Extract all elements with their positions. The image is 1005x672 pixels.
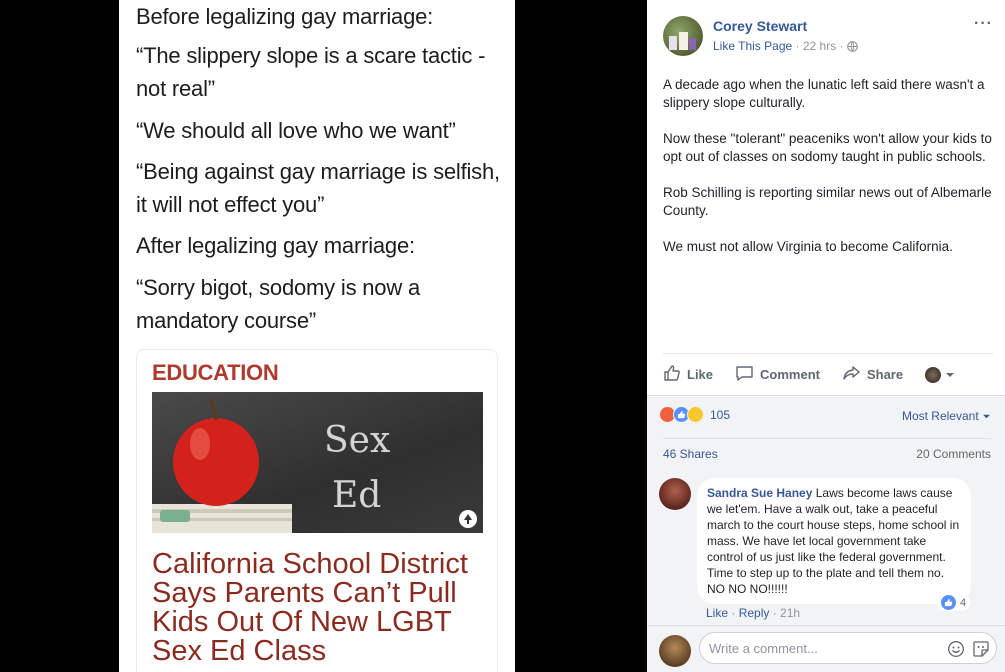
share-icon [842,364,867,385]
share-comment-counts: 46 Shares 20 Comments [663,438,991,461]
emoji-icon[interactable] [947,640,965,663]
comment-composer [647,625,1005,672]
comment-like-badge[interactable]: 4 [937,594,971,611]
share-button[interactable]: Share [842,364,903,385]
post-author-name[interactable]: Corey Stewart [713,18,807,34]
comment-button[interactable]: Comment [735,364,820,385]
like-reaction-icon [941,595,956,610]
action-separator: · [728,606,739,620]
comment-sort-label: Most Relevant [901,409,979,423]
like-button-label: Like [687,367,714,382]
meme-quote-3b: it will not effect you” [136,192,325,217]
comment-reply-link[interactable]: Reply [739,606,770,620]
meme-line-after: After legalizing gay marriage: [136,233,415,258]
facebook-post-panel: Corey Stewart Like This Page · 22 hrs · … [647,0,1005,672]
post-meta: Like This Page · 22 hrs · [713,39,858,55]
meme-quote-4a: “Sorry bigot, sodomy is now a [136,275,420,300]
comment-actions: Like · Reply · 21h [706,606,800,620]
comment-sort-dropdown[interactable]: Most Relevant [902,409,991,423]
post-action-bar: Like Comment Share [663,353,993,395]
shares-count[interactable]: 46 Shares [663,447,718,461]
post-body: A decade ago when the lunatic left said … [663,76,995,274]
sticker-icon[interactable] [972,640,990,663]
comments-count[interactable]: 20 Comments [916,447,991,461]
post-paragraph: A decade ago when the lunatic left said … [663,77,985,110]
reaction-count[interactable]: 105 [710,408,730,422]
profile-avatar-icon [925,366,942,383]
chalk-text-sex: Sex [324,420,390,461]
article-card: EDUCATION Sex Ed California School Distr… [136,349,498,672]
comment-text: Laws become laws cause we let'em. Have a… [707,486,960,596]
comment-time[interactable]: 21h [780,606,800,620]
post-paragraph: Now these "tolerant" peaceniks won't all… [663,131,992,164]
post-paragraph: Rob Schilling is reporting similar news … [663,185,992,218]
chevron-down-icon [982,409,991,423]
meme-line-before: Before legalizing gay marriage: [136,4,434,29]
like-button[interactable]: Like [663,364,713,385]
comment-like-count: 4 [960,596,967,609]
page-avatar[interactable] [663,16,703,56]
globe-icon [847,41,858,55]
meme-quote-2: “We should all love who we want” [136,118,456,143]
reaction-summary[interactable]: 105 [659,406,730,423]
meme-quote-3a: “Being against gay marriage is selfish, [136,159,500,184]
article-photo: Sex Ed [152,392,483,533]
comment-bubble: Sandra Sue Haney Laws become laws cause … [697,478,971,604]
meme-quote-1a: “The slippery slope is a scare tactic - [136,43,486,68]
meta-separator: · [792,39,803,53]
comment-button-label: Comment [760,367,820,382]
post-time[interactable]: 22 hrs [803,39,836,53]
comment-like-link[interactable]: Like [706,606,728,620]
chalk-text-ed: Ed [332,475,381,516]
action-separator: · [769,606,781,620]
wow-emoji-icon [687,406,704,423]
share-button-label: Share [866,367,904,382]
article-category: EDUCATION [152,360,279,385]
thumbs-up-icon [663,364,687,385]
post-paragraph: We must not allow Virginia to become Cal… [663,239,953,254]
article-headline: California School District Says Parents … [152,548,468,667]
commenter-avatar[interactable] [659,478,691,510]
commenter-name[interactable]: Sandra Sue Haney [707,486,812,500]
meme-image: Before legalizing gay marriage: “The sli… [119,0,515,672]
reactions-comments-section: 105 Most Relevant 46 Shares 20 Comments … [647,395,1005,672]
meme-quote-4b: mandatory course” [136,308,317,333]
like-page-link[interactable]: Like This Page [713,39,792,53]
post-options-menu[interactable]: ··· [974,15,993,33]
comment-icon [735,364,760,385]
meta-separator: · [836,39,847,53]
chevron-down-icon [945,367,961,382]
meme-quote-1b: not real” [136,76,215,101]
current-user-avatar [659,635,691,667]
post-as-selector[interactable] [925,366,961,383]
